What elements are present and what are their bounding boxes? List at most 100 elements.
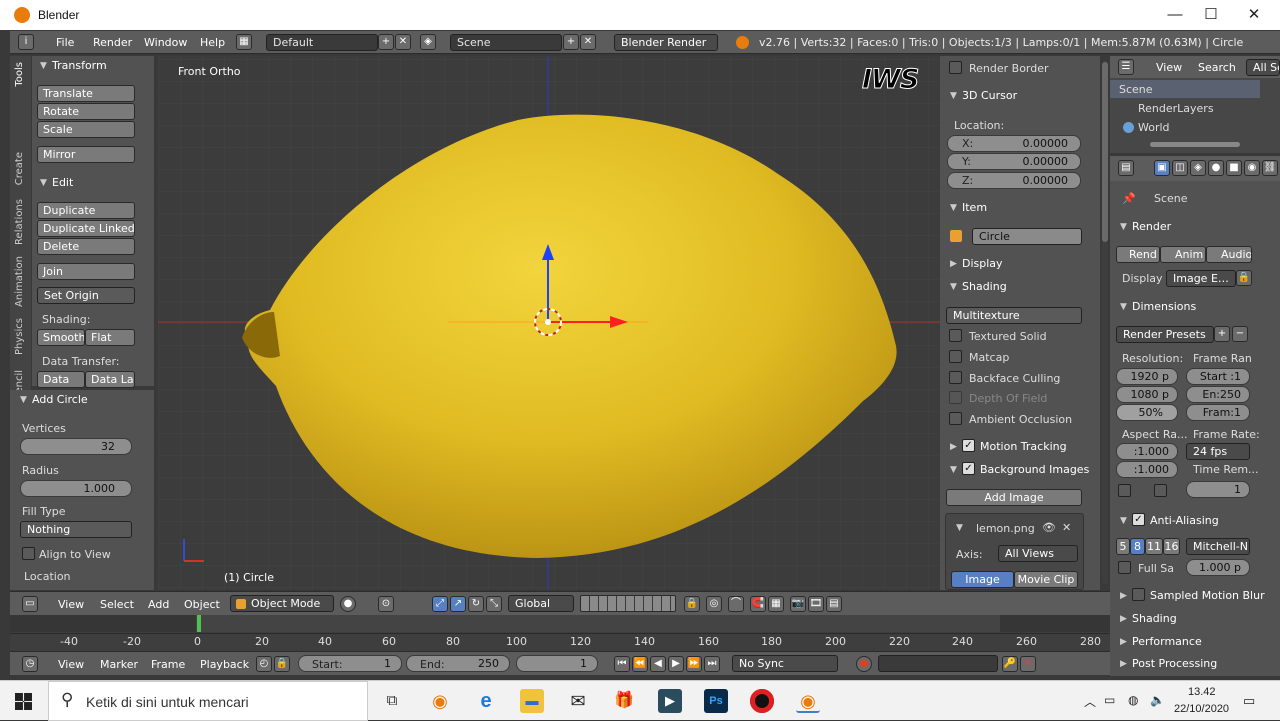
view3d-select-menu[interactable]: Select — [100, 598, 134, 611]
display-panel-header[interactable]: Display — [962, 257, 1003, 270]
sync-mode-dropdown[interactable]: No Sync — [732, 655, 838, 672]
viewport-shading-icon[interactable]: ● — [340, 596, 356, 612]
aspect-y-field[interactable]: :1.000 — [1116, 461, 1178, 478]
remove-scene-icon[interactable]: ✕ — [580, 34, 596, 50]
time-remap-new-field[interactable]: 1 — [1186, 481, 1250, 498]
rotate-button[interactable]: Rotate — [37, 103, 135, 120]
shading-panel-header[interactable]: Shading — [962, 280, 1007, 293]
cursor-panel-header[interactable]: 3D Cursor — [962, 89, 1017, 102]
remove-layout-icon[interactable]: ✕ — [395, 34, 411, 50]
edit-collapse-icon[interactable]: ▼ — [40, 178, 47, 188]
smooth-button[interactable]: Smooth — [37, 329, 85, 346]
ambient-occlusion-checkbox[interactable] — [949, 412, 962, 425]
keying-set-field[interactable] — [878, 655, 998, 672]
file-explorer-icon[interactable]: ▬ — [520, 689, 544, 713]
render-image-button[interactable]: Rend — [1116, 246, 1160, 263]
align-to-view-checkbox[interactable] — [22, 547, 35, 560]
timeline-marker-menu[interactable]: Marker — [100, 658, 138, 671]
fill-type-dropdown[interactable]: Nothing — [20, 521, 132, 538]
timeline-playhead[interactable] — [197, 615, 201, 632]
proportional-falloff-icon[interactable]: ⌒ — [728, 596, 744, 612]
current-frame-field[interactable]: 1 — [516, 655, 598, 672]
view3d-add-menu[interactable]: Add — [148, 598, 169, 611]
notification-icon[interactable]: ▭ — [1243, 693, 1255, 709]
mirror-button[interactable]: Mirror — [37, 146, 135, 163]
post-processing-header[interactable]: Post Processing — [1132, 657, 1217, 670]
render-engine-dropdown[interactable]: Blender Render — [614, 34, 718, 51]
add-circle-collapse-icon[interactable]: ▼ — [20, 395, 27, 405]
set-origin-dropdown[interactable]: Set Origin — [37, 287, 135, 304]
tab-tools[interactable]: Tools — [14, 62, 25, 87]
image-collapse-icon[interactable]: ▼ — [956, 523, 963, 533]
volume-icon[interactable]: 🔈 — [1150, 693, 1165, 707]
resolution-y-field[interactable]: 1080 p — [1116, 386, 1178, 403]
menu-window[interactable]: Window — [144, 36, 187, 49]
view3d-object-menu[interactable]: Object — [184, 598, 220, 611]
scene-icon[interactable]: ◈ — [420, 34, 436, 50]
render-animation-button[interactable]: Anim — [1160, 246, 1206, 263]
motion-tracking-header[interactable]: Motion Tracking — [980, 440, 1067, 453]
render-tab-icon[interactable]: ▣ — [1154, 160, 1170, 176]
delete-keyframe-icon[interactable]: ✕ — [1020, 656, 1036, 672]
jump-keyframe-back-icon[interactable]: ⏪ — [632, 656, 648, 672]
jump-keyframe-forward-icon[interactable]: ⏩ — [686, 656, 702, 672]
manipulator-toggle-icon[interactable]: ⤢ — [432, 596, 448, 612]
transform-collapse-icon[interactable]: ▼ — [40, 61, 47, 71]
full-sample-checkbox[interactable] — [1118, 561, 1131, 574]
layers-widget[interactable] — [580, 595, 676, 612]
delete-button[interactable]: Delete — [37, 238, 135, 255]
cursor-collapse-icon[interactable]: ▼ — [950, 91, 957, 101]
textured-solid-checkbox[interactable] — [949, 329, 962, 342]
view3d-extra-icon[interactable]: ▤ — [826, 596, 842, 612]
resolution-x-field[interactable]: 1920 p — [1116, 368, 1178, 385]
blender-active-taskbar-icon[interactable]: ◉ — [796, 689, 820, 713]
add-layout-icon[interactable]: + — [378, 34, 394, 50]
render-border-checkbox[interactable] — [949, 61, 962, 74]
taskbar-date[interactable]: 22/10/2020 — [1174, 703, 1229, 715]
motion-blur-checkbox[interactable] — [1132, 588, 1145, 601]
outliner-search-menu[interactable]: Search — [1198, 61, 1236, 74]
translate-button[interactable]: Translate — [37, 85, 135, 102]
tab-relations[interactable]: Relations — [14, 199, 25, 245]
properties-editor-icon[interactable]: ▤ — [1118, 160, 1134, 176]
outliner-view-menu[interactable]: View — [1156, 61, 1182, 74]
movie-clip-tab[interactable]: Movie Clip — [1014, 571, 1078, 588]
proportional-edit-icon[interactable]: ◎ — [706, 596, 722, 612]
depth-of-field-checkbox[interactable] — [949, 391, 962, 404]
remove-image-icon[interactable]: ✕ — [1062, 521, 1071, 534]
pivot-point-icon[interactable]: ⊙ — [378, 596, 394, 612]
minimize-button[interactable]: — — [1155, 4, 1195, 26]
anti-aliasing-collapse-icon[interactable]: ▼ — [1120, 516, 1127, 526]
display-dropdown[interactable]: Image E… — [1166, 270, 1236, 287]
tab-physics[interactable]: Physics — [14, 318, 25, 355]
screen-layout-field[interactable]: Default — [266, 34, 378, 51]
post-processing-collapse-icon[interactable]: ▶ — [1120, 659, 1127, 669]
scale-button[interactable]: Scale — [37, 121, 135, 138]
add-circle-header[interactable]: Add Circle — [32, 393, 88, 406]
aa-samples-5-button[interactable]: 5 — [1116, 538, 1130, 555]
close-button[interactable]: ✕ — [1234, 4, 1274, 26]
performance-header[interactable]: Performance — [1132, 635, 1202, 648]
join-button[interactable]: Join — [37, 263, 135, 280]
scene-field[interactable]: Scene — [450, 34, 562, 51]
add-scene-icon[interactable]: + — [563, 34, 579, 50]
frame-step-field[interactable]: Fram:1 — [1186, 404, 1250, 421]
mail-icon[interactable]: ✉ — [566, 689, 590, 713]
duplicate-linked-button[interactable]: Duplicate Linked — [37, 220, 135, 237]
shading-section-header[interactable]: Shading — [1132, 612, 1177, 625]
add-image-button[interactable]: Add Image — [946, 489, 1082, 506]
motion-tracking-checkbox[interactable]: ✓ — [962, 439, 975, 452]
viewport-3d[interactable]: Front Ortho IWS (1) Circle — [158, 56, 940, 590]
play-icon[interactable]: ▶ — [668, 656, 684, 672]
tray-chevron-icon[interactable]: ︿ — [1084, 693, 1096, 710]
radius-field[interactable]: 1.000 — [20, 480, 132, 497]
pin-icon[interactable]: 📌 — [1122, 192, 1136, 205]
performance-collapse-icon[interactable]: ▶ — [1120, 637, 1127, 647]
background-images-header[interactable]: Background Images — [980, 463, 1089, 476]
lock-layers-icon[interactable]: 🔒 — [684, 596, 700, 612]
render-audio-button[interactable]: Audio — [1206, 246, 1252, 263]
play-reverse-icon[interactable]: ◀ — [650, 656, 666, 672]
jump-end-icon[interactable]: ⏭ — [704, 656, 720, 672]
snap-element-icon[interactable]: ▦ — [768, 596, 784, 612]
timeline-view-menu[interactable]: View — [58, 658, 84, 671]
